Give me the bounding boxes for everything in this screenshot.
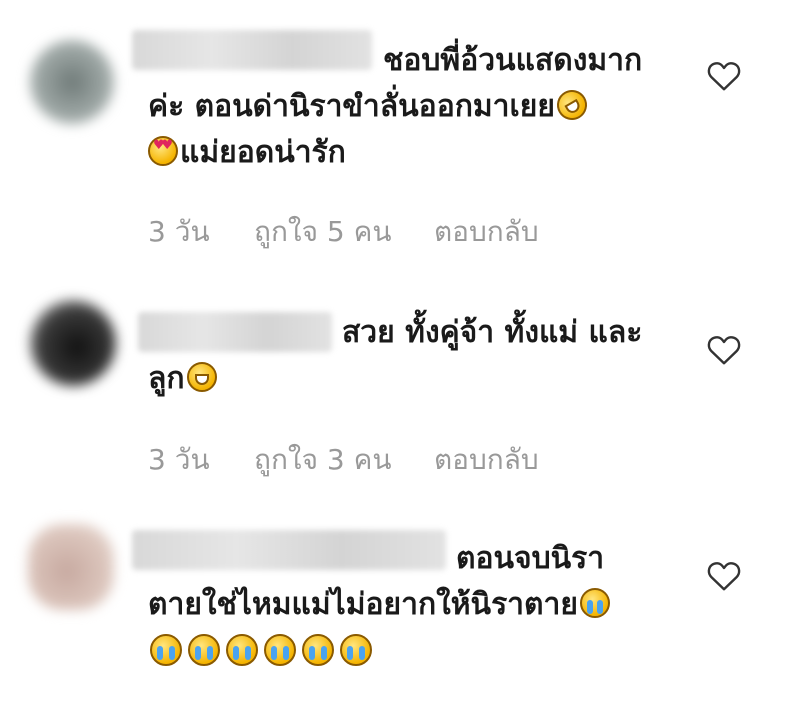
loudly-crying-emoji-icon xyxy=(188,634,220,666)
comment-meta: 3 วัน ถูกใจ 3 คน ตอบกลับ xyxy=(148,438,539,482)
emoji-row xyxy=(150,634,372,666)
comment-meta: 3 วัน ถูกใจ 5 คน ตอบกลับ xyxy=(148,210,539,254)
timestamp: 3 วัน xyxy=(148,443,210,476)
timestamp: 3 วัน xyxy=(148,215,210,248)
loudly-crying-emoji-icon xyxy=(150,634,182,666)
comment-text-line: สวย ทั้งคู่จ้า ทั้งแม่ และ xyxy=(342,315,643,350)
reply-link[interactable]: ตอบกลับ xyxy=(434,210,539,254)
likes-count-link[interactable]: ถูกใจ 3 คน xyxy=(254,438,434,482)
loudly-crying-emoji-icon xyxy=(226,634,258,666)
comment-text-line: ตอนจบนิรา xyxy=(456,541,605,576)
loudly-crying-emoji-icon xyxy=(340,634,372,666)
comment-text-line: แม่ยอดน่ารัก xyxy=(148,130,346,176)
grinning-emoji-icon xyxy=(186,362,217,392)
username-blurred[interactable] xyxy=(132,30,372,70)
avatar[interactable] xyxy=(30,300,116,386)
like-heart-icon[interactable] xyxy=(706,332,742,366)
comment-text-line: ค่ะ ตอนด่านิราขำลั่นออกมาเยย xyxy=(148,84,593,130)
comment-text-line: ชอบพี่อ้วนแสดงมาก xyxy=(383,43,643,78)
likes-count-link[interactable]: ถูกใจ 5 คน xyxy=(254,210,434,254)
comment-text-line: ตายใช่ไหมแม่ไม่อยากให้นิราตาย xyxy=(148,582,610,628)
like-heart-icon[interactable] xyxy=(706,558,742,592)
like-heart-icon[interactable] xyxy=(706,58,742,92)
loudly-crying-emoji-icon xyxy=(264,634,296,666)
loudly-crying-emoji-icon xyxy=(579,588,610,618)
username-blurred[interactable] xyxy=(132,530,446,570)
username-blurred[interactable] xyxy=(138,312,332,352)
reply-link[interactable]: ตอบกลับ xyxy=(434,438,539,482)
avatar[interactable] xyxy=(28,524,114,610)
rolling-on-floor-laughing-emoji-icon xyxy=(551,84,593,126)
comment-text-line: ลูก xyxy=(148,356,217,402)
loudly-crying-emoji-icon xyxy=(302,634,334,666)
heart-eyes-emoji-icon xyxy=(148,136,178,166)
avatar[interactable] xyxy=(30,40,114,124)
